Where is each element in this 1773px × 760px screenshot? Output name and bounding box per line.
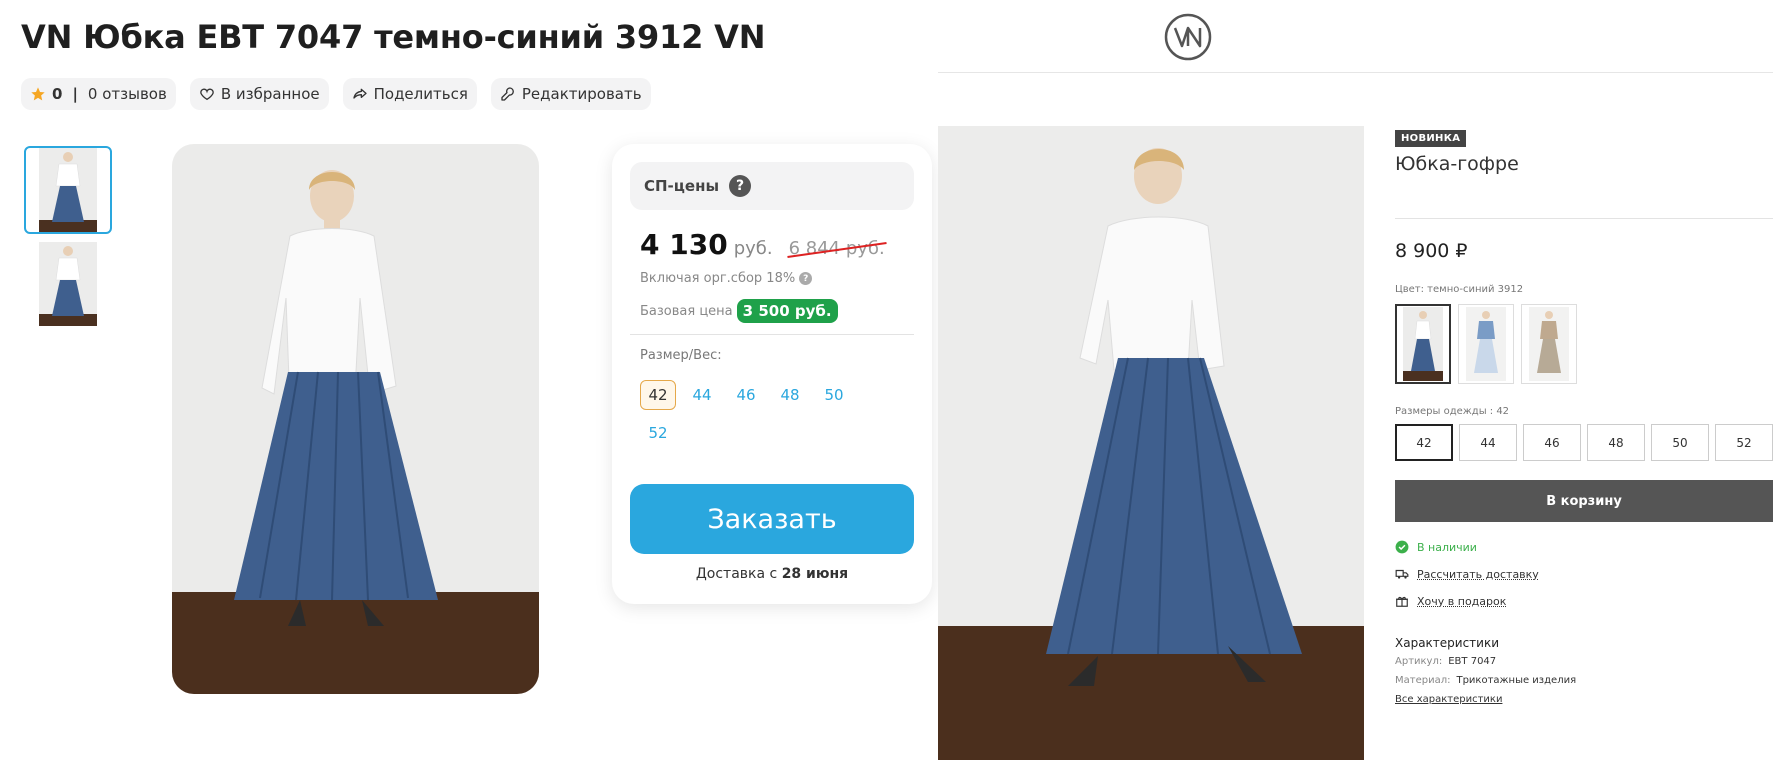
edit-button[interactable]: Редактировать xyxy=(490,78,651,110)
size-button-46[interactable]: 46 xyxy=(1523,424,1581,461)
gallery-thumbnail-1[interactable] xyxy=(24,146,112,234)
size-label: Размер/Вес: xyxy=(640,348,722,363)
size-option-44[interactable]: 44 xyxy=(684,380,720,410)
new-badge: НОВИНКА xyxy=(1395,130,1467,147)
delivery-calc-row: Рассчитать доставку xyxy=(1395,567,1539,581)
favorite-button[interactable]: В избранное xyxy=(189,78,329,110)
size-option-52[interactable]: 52 xyxy=(640,418,676,448)
base-price-badge: 3 500 руб. xyxy=(736,299,838,323)
product-info: НОВИНКА Юбка-гофре 8 900 ₽ Цвет: темно-с… xyxy=(1395,126,1773,705)
delivery-info: Доставка с 28 июня xyxy=(612,566,932,582)
rating-separator: | xyxy=(72,85,78,103)
current-price: 4 130 xyxy=(640,228,728,261)
size-buttons: 42 44 46 48 50 52 xyxy=(1395,424,1773,461)
check-circle-icon xyxy=(1395,540,1409,554)
price-currency: руб. xyxy=(733,238,773,259)
product-name: Юбка-гофре xyxy=(1395,153,1519,175)
size-button-44[interactable]: 44 xyxy=(1459,424,1517,461)
model-photo-image xyxy=(938,126,1364,760)
size-option-46[interactable]: 46 xyxy=(728,380,764,410)
page-title: VN Юбка EBT 7047 темно-синий 3912 VN xyxy=(21,18,766,56)
vn-logo[interactable] xyxy=(1163,12,1213,62)
card-divider xyxy=(630,334,914,335)
model-thumbnail-image xyxy=(39,242,97,326)
specs-title: Характеристики xyxy=(1395,636,1500,650)
help-icon[interactable]: ? xyxy=(729,175,752,197)
action-bar: 0 | 0 отзывов В избранное Поделиться Ред… xyxy=(21,78,651,110)
price-card: СП-цены ? 4 130 руб. 6 844 руб. Включая … xyxy=(612,144,932,604)
spec-article-value: EBT 7047 xyxy=(1448,656,1497,667)
sizes-label: Размеры одежды : 42 xyxy=(1395,406,1510,417)
swatch-beige-image xyxy=(1529,307,1569,381)
size-button-52[interactable]: 52 xyxy=(1715,424,1773,461)
share-label: Поделиться xyxy=(373,85,468,103)
share-icon xyxy=(352,88,367,99)
swatch-light-blue-image xyxy=(1466,307,1506,381)
rating-button[interactable]: 0 | 0 отзывов xyxy=(21,78,176,110)
color-swatches xyxy=(1395,304,1577,384)
all-specs-link[interactable]: Все характеристики xyxy=(1395,694,1502,705)
size-button-50[interactable]: 50 xyxy=(1651,424,1709,461)
stock-status: В наличии xyxy=(1395,540,1477,554)
gift-link[interactable]: Хочу в подарок xyxy=(1417,595,1506,608)
swatch-navy-image xyxy=(1403,307,1443,381)
in-stock-label: В наличии xyxy=(1417,540,1477,554)
size-button-42[interactable]: 42 xyxy=(1395,424,1453,461)
price-row: 4 130 руб. 6 844 руб. xyxy=(640,228,887,261)
spec-article: Артикул: EBT 7047 xyxy=(1395,656,1496,667)
size-option-50[interactable]: 50 xyxy=(816,380,852,410)
rating-value: 0 xyxy=(52,85,63,103)
heart-icon xyxy=(200,88,214,101)
fee-note-text: Включая орг.сбор 18% xyxy=(640,271,796,286)
add-to-cart-button[interactable]: В корзину xyxy=(1395,480,1773,522)
wrench-icon xyxy=(501,87,514,101)
color-swatch-navy[interactable] xyxy=(1395,304,1451,384)
old-price: 6 844 руб. xyxy=(786,238,887,259)
right-pane: НОВИНКА Юбка-гофре 8 900 ₽ Цвет: темно-с… xyxy=(938,0,1773,760)
page: VN Юбка EBT 7047 темно-синий 3912 VN 0 |… xyxy=(0,0,1773,760)
gift-row: Хочу в подарок xyxy=(1395,594,1506,608)
star-icon xyxy=(31,87,45,101)
delivery-prefix: Доставка с xyxy=(695,566,778,582)
size-option-42[interactable]: 42 xyxy=(640,380,676,410)
header-divider xyxy=(938,72,1773,73)
sp-price-box[interactable]: СП-цены ? xyxy=(630,162,914,210)
right-product-photo[interactable] xyxy=(938,126,1364,760)
spec-material-key: Материал: xyxy=(1395,675,1451,686)
spec-article-key: Артикул: xyxy=(1395,656,1443,667)
truck-icon xyxy=(1395,569,1409,579)
base-price-label: Базовая цена xyxy=(640,303,733,319)
base-price-row: Базовая цена 3 500 руб. xyxy=(640,299,838,323)
size-selector: 42 44 46 48 50 52 xyxy=(640,380,880,448)
main-product-photo[interactable] xyxy=(172,144,539,694)
fee-note: Включая орг.сбор 18% ? xyxy=(640,271,813,286)
size-option-48[interactable]: 48 xyxy=(772,380,808,410)
share-button[interactable]: Поделиться xyxy=(342,78,477,110)
calc-delivery-link[interactable]: Рассчитать доставку xyxy=(1417,568,1539,581)
edit-label: Редактировать xyxy=(521,85,642,103)
size-button-48[interactable]: 48 xyxy=(1587,424,1645,461)
model-thumbnail-image xyxy=(39,148,97,232)
fee-help-icon[interactable]: ? xyxy=(799,272,813,285)
gallery-thumbnail-2[interactable] xyxy=(24,240,112,328)
order-button[interactable]: Заказать xyxy=(630,484,914,554)
spec-material: Материал: Трикотажные изделия xyxy=(1395,675,1576,686)
gift-icon xyxy=(1396,596,1408,607)
favorite-label: В избранное xyxy=(220,85,320,103)
spec-material-value: Трикотажные изделия xyxy=(1456,675,1577,686)
color-label: Цвет: темно-синий 3912 xyxy=(1395,284,1524,295)
reviews-count: 0 отзывов xyxy=(87,85,167,103)
color-swatch-light-blue[interactable] xyxy=(1458,304,1514,384)
color-swatch-beige[interactable] xyxy=(1521,304,1577,384)
model-photo-image xyxy=(172,144,539,694)
product-price: 8 900 ₽ xyxy=(1395,240,1468,262)
left-pane: VN Юбка EBT 7047 темно-синий 3912 VN 0 |… xyxy=(0,0,938,760)
sp-label: СП-цены xyxy=(644,177,720,195)
info-divider xyxy=(1395,218,1773,219)
delivery-date: 28 июня xyxy=(781,566,849,582)
